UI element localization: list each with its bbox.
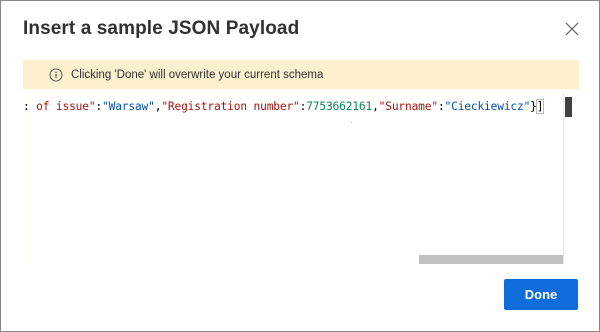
banner-message: Clicking 'Done' will overwrite your curr…	[71, 68, 324, 81]
warning-banner: Clicking 'Done' will overwrite your curr…	[23, 60, 579, 89]
code-token: :	[23, 100, 37, 113]
done-button[interactable]: Done	[504, 279, 578, 310]
code-token: ,	[372, 100, 379, 113]
dialog-title: Insert a sample JSON Payload	[23, 18, 300, 39]
json-editor[interactable]: : of issue": "Warsaw", "Registration numbe…	[23, 93, 579, 265]
code-line: : of issue": "Warsaw", "Registration numbe…	[23, 99, 545, 114]
close-button[interactable]	[563, 20, 581, 38]
insert-json-payload-dialog: Insert a sample JSON Payload Clicking 'D…	[0, 0, 600, 332]
code-token: }	[530, 100, 537, 113]
vertical-scrollbar[interactable]	[563, 93, 579, 265]
info-icon	[49, 68, 63, 82]
code-token: "Warsaw"	[102, 100, 155, 113]
code-token: :	[437, 100, 445, 113]
close-icon	[563, 20, 581, 38]
editor-indicator-dot	[351, 122, 352, 123]
horizontal-scrollbar-thumb[interactable]	[419, 255, 563, 264]
code-token: "Surname"	[378, 100, 438, 113]
code-token: ]	[535, 99, 545, 114]
code-token: "Registration number"	[161, 100, 300, 113]
code-token: of issue"	[36, 100, 96, 113]
code-token: "Cieckiewicz"	[444, 100, 531, 113]
code-token: 7753662161	[306, 100, 373, 113]
vertical-scrollbar-thumb[interactable]	[565, 97, 572, 117]
